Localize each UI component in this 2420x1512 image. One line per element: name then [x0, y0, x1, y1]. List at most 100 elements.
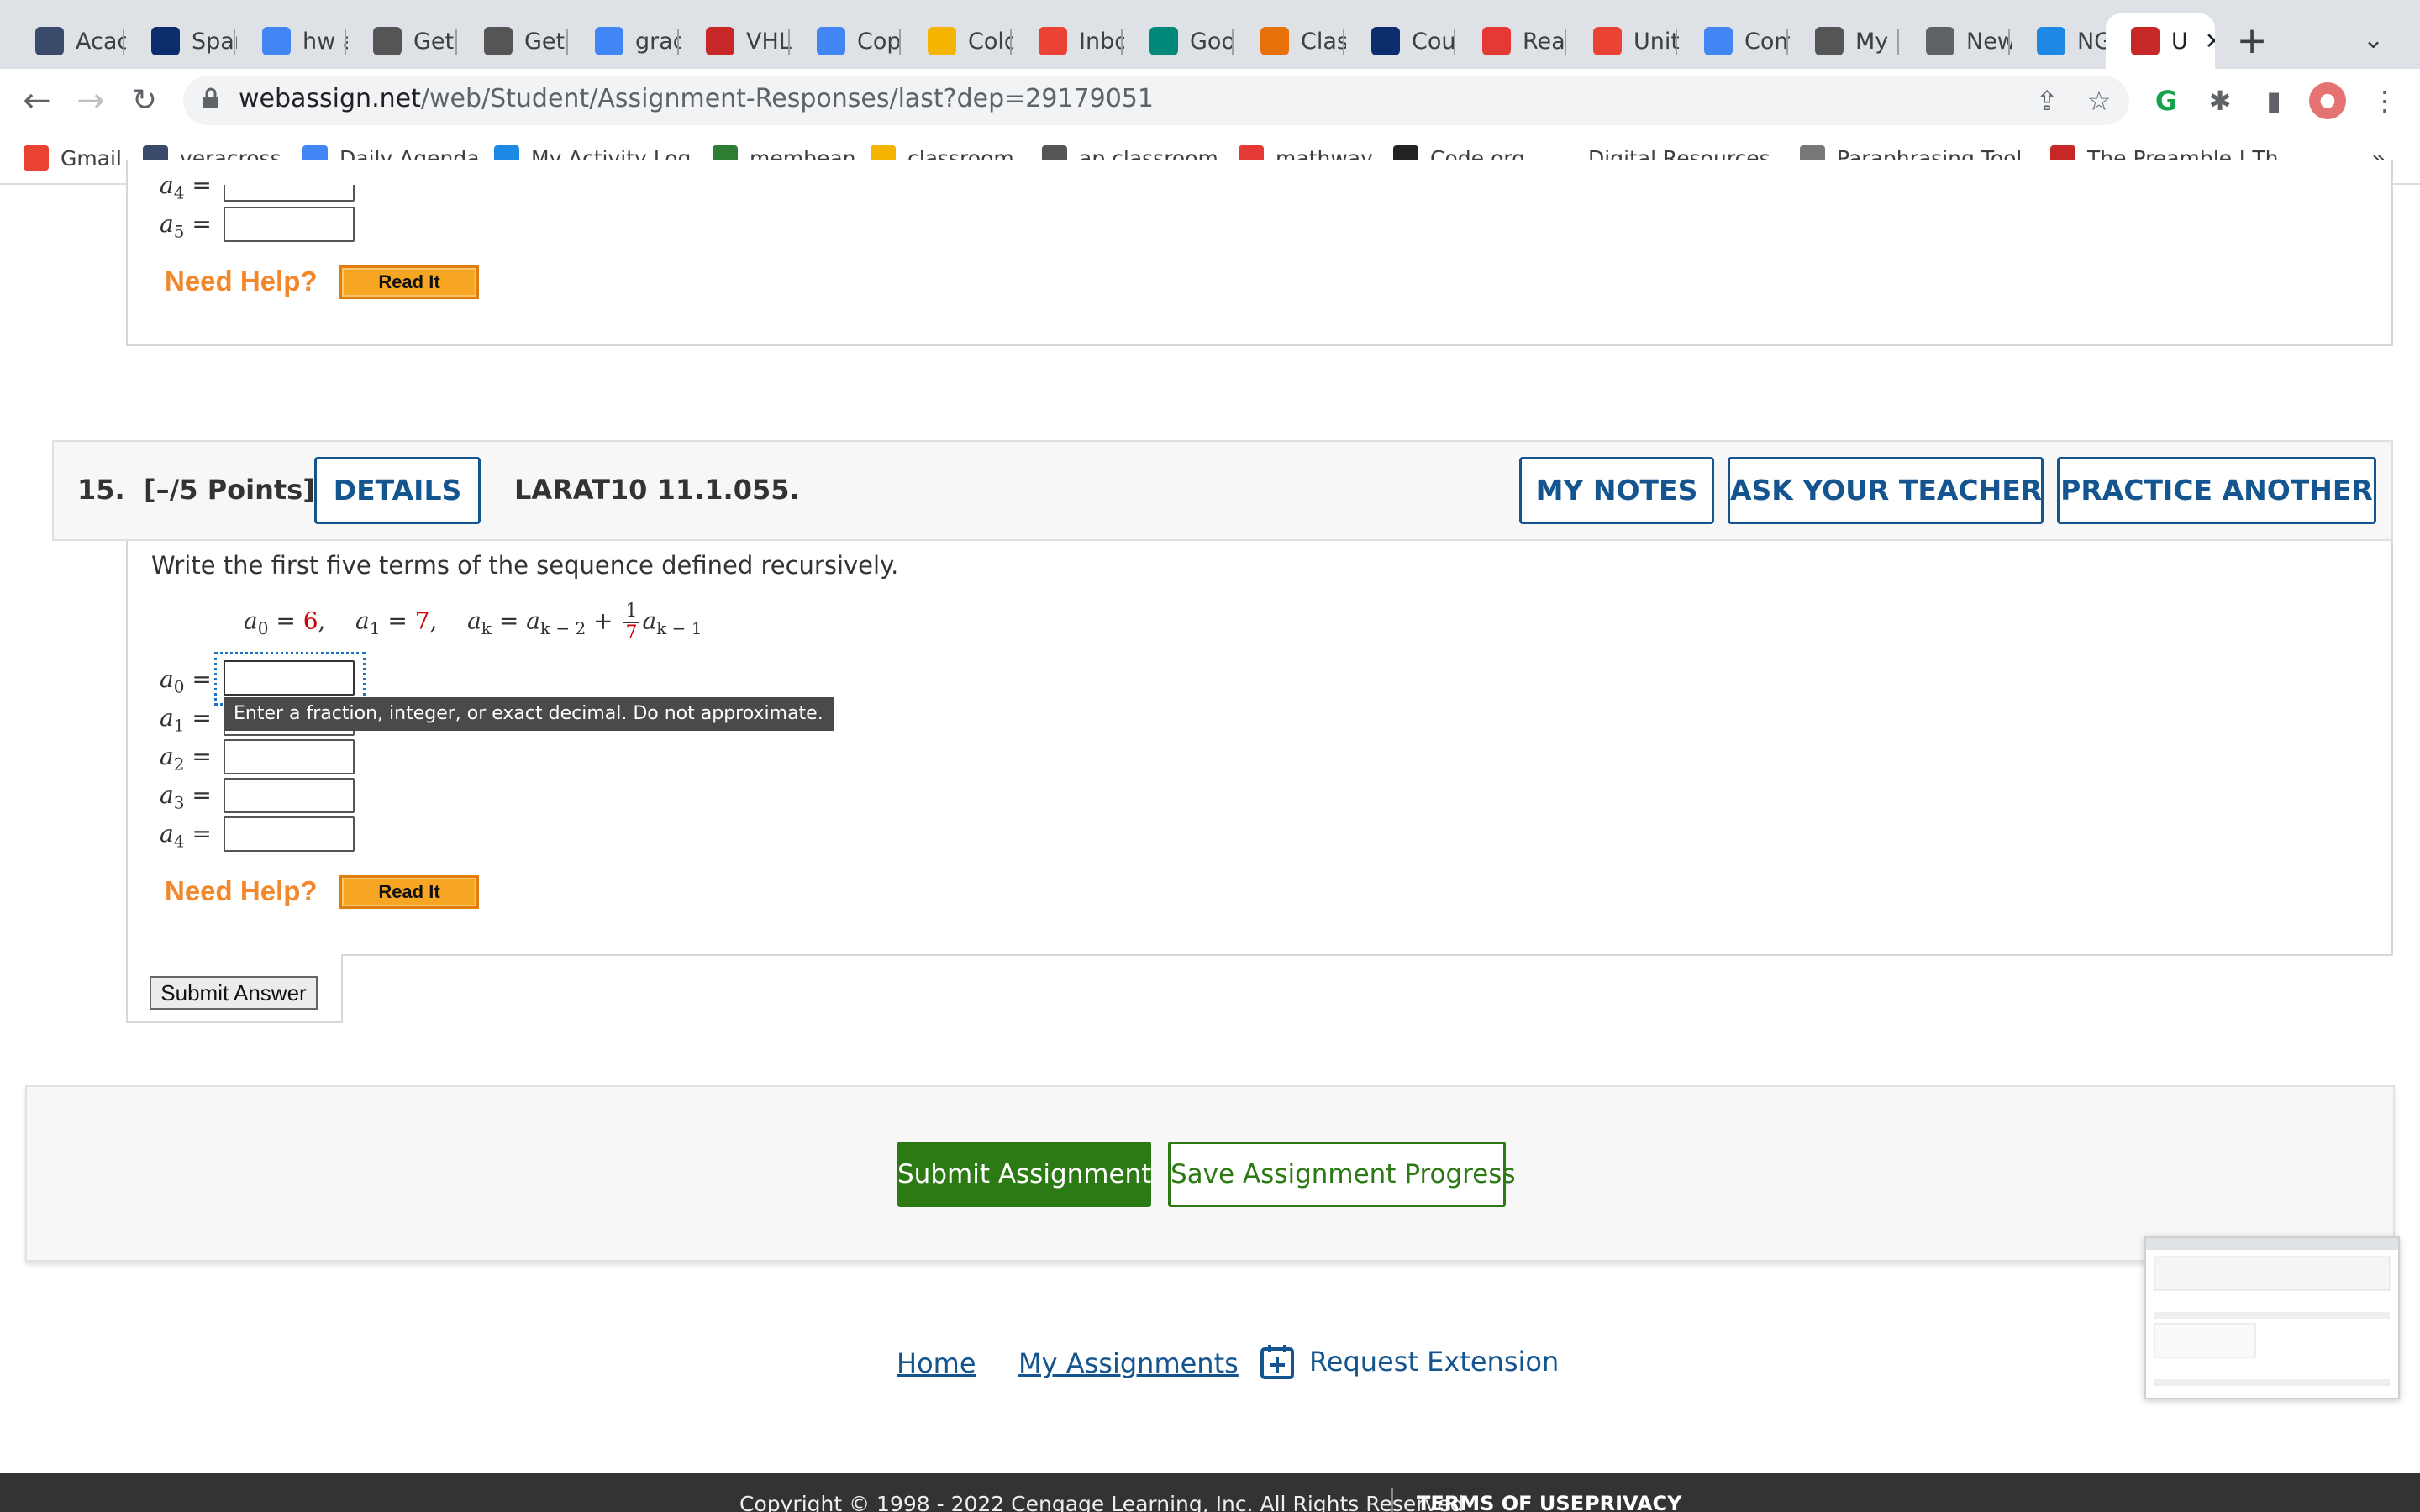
tab-label: Get [524, 28, 566, 55]
privacy-link[interactable]: PRIVACY [1585, 1492, 1682, 1512]
submit-answer-button[interactable]: Submit Answer [150, 976, 318, 1010]
question-points: [–/5 Points] [143, 474, 315, 506]
my-assignments-link[interactable]: My Assignments [1018, 1347, 1239, 1379]
a0-given-value: 6 [302, 606, 318, 635]
input-hint-tooltip: Enter a fraction, integer, or exact deci… [224, 697, 834, 731]
home-link[interactable]: Home [897, 1347, 976, 1379]
prev-need-help-label: Need Help? [165, 265, 318, 297]
tab-label: New [1966, 28, 2012, 55]
tab-separator [1786, 29, 1788, 55]
a2-answer-input[interactable] [224, 739, 355, 774]
bookmark-star-icon[interactable]: ☆ [2081, 82, 2118, 119]
slides-icon [928, 27, 956, 55]
tab-14[interactable]: Unit [1568, 13, 1679, 69]
a1-label: a1 = [160, 704, 212, 736]
tab-separator [1343, 29, 1344, 55]
share-icon[interactable]: ⇪ [2028, 82, 2065, 119]
tab-18[interactable]: NGL [2012, 13, 2106, 69]
tab-label: Cop [857, 28, 902, 55]
tab-13[interactable]: Rea [1457, 13, 1568, 69]
url-path: /web/Student/Assignment-Responses/last?d… [420, 84, 1154, 113]
tab-0[interactable]: Acac [10, 13, 126, 69]
reload-icon[interactable]: ↻ [123, 79, 166, 123]
tab-search-chevron-icon[interactable]: ⌄ [2363, 25, 2384, 55]
a0-answer-input[interactable] [224, 660, 355, 696]
url-text[interactable]: webassign.net/web/Student/Assignment-Res… [239, 84, 1154, 113]
tab-separator [1121, 29, 1123, 55]
tab-label: NGL [2077, 28, 2106, 55]
docs-icon [1704, 27, 1733, 55]
a2-label: a2 = [160, 743, 212, 774]
page-preview-thumbnail[interactable] [2144, 1236, 2400, 1399]
grammarly-icon[interactable]: G [2148, 82, 2185, 119]
a0-label: a0 = [160, 665, 212, 697]
recursive-definition: a0 = 6, a1 = 7, ak = ak − 2 + 1 7 ak − 1 [244, 601, 702, 643]
details-button[interactable]: DETAILS [314, 457, 481, 524]
tab-3[interactable]: Get [348, 13, 459, 69]
vhl-icon [706, 27, 734, 55]
practice-another-button[interactable]: PRACTICE ANOTHER [2057, 457, 2376, 524]
tab-5[interactable]: grad [570, 13, 681, 69]
star-badge-icon [1371, 27, 1400, 55]
tab-7[interactable]: Cop [792, 13, 902, 69]
tab-16[interactable]: My [1790, 13, 1901, 69]
extensions-puzzle-icon[interactable]: ✱ [2202, 82, 2238, 119]
tab-19[interactable]: U ✕ [2106, 13, 2215, 69]
gmail-icon [24, 145, 49, 171]
sparkle-icon [2037, 27, 2065, 55]
tab-label: Inbo [1079, 28, 1124, 55]
a4-answer-input[interactable] [224, 816, 355, 852]
tab-6[interactable]: VHL [681, 13, 792, 69]
tab-label: hw a [302, 28, 348, 55]
new-tab-button[interactable]: + [2235, 22, 2269, 60]
ask-your-teacher-button[interactable]: ASK YOUR TEACHER [1728, 457, 2044, 524]
back-arrow-icon[interactable]: ← [15, 79, 59, 123]
my-notes-button[interactable]: MY NOTES [1519, 457, 1714, 524]
tab-10[interactable]: Goo [1124, 13, 1235, 69]
tab-17[interactable]: New [1901, 13, 2012, 69]
calendar-plus-icon [1260, 1345, 1294, 1379]
classroom-icon [1260, 27, 1289, 55]
gmail-icon [1039, 27, 1067, 55]
browser-menu-icon[interactable]: ⋮ [2366, 82, 2403, 119]
tab-12[interactable]: Cou [1346, 13, 1457, 69]
prev-read-it-button[interactable]: Read It [339, 265, 479, 299]
veracross-icon [35, 27, 64, 55]
prev-a5-answer-input[interactable] [224, 207, 355, 242]
save-assignment-progress-button[interactable]: Save Assignment Progress [1168, 1142, 1516, 1207]
acorn-icon [1815, 27, 1844, 55]
request-extension-label: Request Extension [1309, 1346, 1560, 1378]
tab-separator [1010, 29, 1012, 55]
v-logo-icon [151, 27, 180, 55]
a3-answer-input[interactable] [224, 778, 355, 813]
need-help-label: Need Help? [165, 875, 318, 906]
tab-label: Goo [1190, 28, 1235, 55]
tab-8[interactable]: Colo [902, 13, 1013, 69]
docs-icon [595, 27, 623, 55]
tab-11[interactable]: Clas [1235, 13, 1346, 69]
read-it-button[interactable]: Read It [339, 875, 479, 909]
fraction: 17 [623, 601, 639, 643]
tab-1[interactable]: Spar [126, 13, 237, 69]
submit-assignment-button[interactable]: Submit Assignment [897, 1142, 1151, 1207]
profile-avatar[interactable]: ● [2309, 82, 2346, 119]
side-panel-icon[interactable]: ▮ [2255, 82, 2292, 119]
tab-separator [1454, 29, 1455, 55]
bookmark-label: Gmail [60, 145, 122, 171]
tab-label: Clas [1301, 28, 1346, 55]
lock-icon[interactable] [202, 87, 220, 110]
request-extension-link[interactable]: Request Extension [1260, 1344, 1559, 1379]
close-tab-icon[interactable]: ✕ [2205, 29, 2215, 55]
tab-4[interactable]: Get [459, 13, 570, 69]
tab-label: Com [1744, 28, 1790, 55]
terms-of-use-link[interactable]: TERMS OF USE [1417, 1492, 1584, 1512]
forward-arrow-icon[interactable]: → [69, 79, 113, 123]
bookmark-0[interactable]: Gmail [24, 141, 122, 175]
tab-9[interactable]: Inbo [1013, 13, 1124, 69]
tab-label: Unit [1634, 28, 1679, 55]
tab-separator [566, 29, 568, 55]
tab-15[interactable]: Com [1679, 13, 1790, 69]
a3-label: a3 = [160, 781, 212, 813]
tab-2[interactable]: hw a [237, 13, 348, 69]
tab-separator [234, 29, 235, 55]
